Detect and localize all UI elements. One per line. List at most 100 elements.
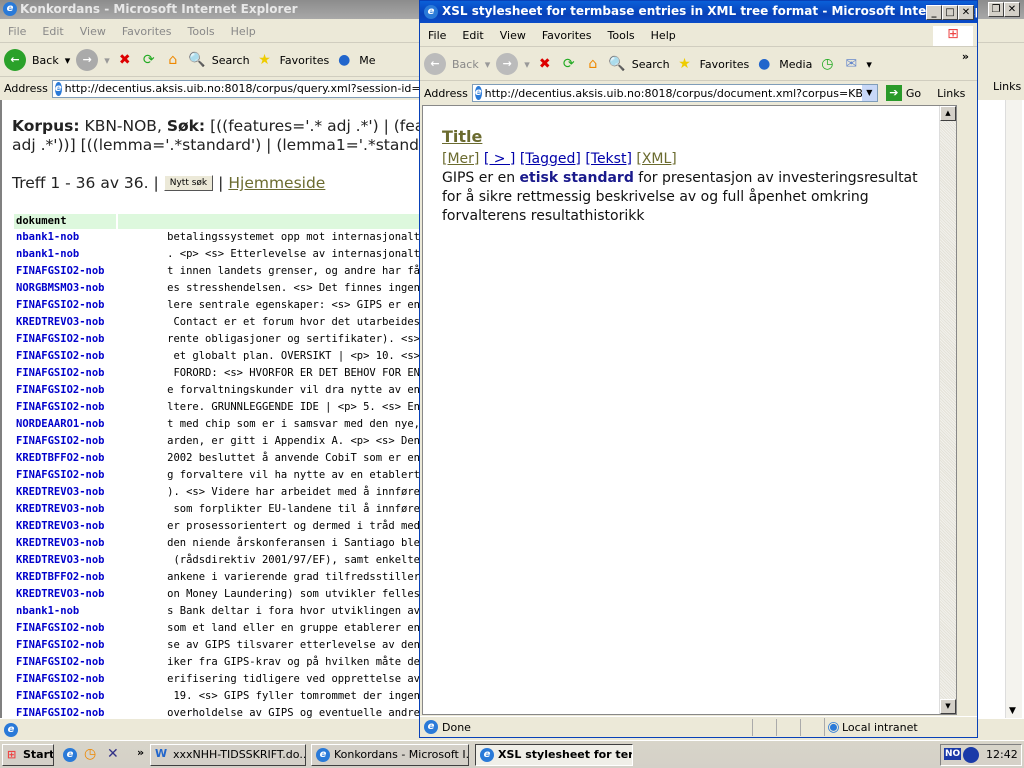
document-id-link[interactable]: FINAFGSIO2-nob [16,331,116,348]
menu-tools[interactable]: Tools [180,25,223,38]
minimize-button[interactable]: _ [926,5,942,20]
document-id-link[interactable]: KREDTREVO3-nob [16,484,116,501]
toolbar-overflow-button[interactable]: » [962,50,969,63]
document-id-link[interactable]: FINAFGSIO2-nob [16,348,116,365]
back-button[interactable]: Back [32,54,59,67]
scroll-down-icon[interactable]: ▼ [1009,706,1016,716]
go-arrow-icon[interactable]: ➔ [885,85,902,101]
back-arrow-icon[interactable]: ← [4,49,26,71]
links-button[interactable]: Links [993,80,1021,93]
media-button[interactable]: Media [779,58,812,71]
document-id-link[interactable]: KREDTBFFO2-nob [16,569,116,586]
menu-view[interactable]: View [492,29,534,42]
text-link[interactable]: [Tekst] [585,151,632,167]
document-id-link[interactable]: FINAFGSIO2-nob [16,620,116,637]
mail-icon[interactable]: ✉ [842,55,860,73]
refresh-icon[interactable]: ⟳ [560,55,578,73]
favorites-star-icon[interactable]: ★ [676,55,694,73]
scrollbar[interactable]: ▲ ▼ [939,106,956,714]
taskbar-button-konkordans[interactable]: e Konkordans - Microsoft I... [311,744,469,766]
document-id-link[interactable]: FINAFGSIO2-nob [16,382,116,399]
document-id-link[interactable]: FINAFGSIO2-nob [16,297,116,314]
quicklaunch-tool-icon[interactable]: ✕ [107,746,119,762]
close-button[interactable]: ✕ [958,5,974,20]
document-id-link[interactable]: KREDTREVO3-nob [16,314,116,331]
document-id-link[interactable]: FINAFGSIO2-nob [16,688,116,705]
document-id-link[interactable]: FINAFGSIO2-nob [16,654,116,671]
search-icon[interactable]: 🔍 [608,55,626,73]
history-icon[interactable]: ◷ [818,55,836,73]
foreground-browser-window[interactable]: e XSL stylesheet for termbase entries in … [419,0,978,738]
document-id-link[interactable]: FINAFGSIO2-nob [16,433,116,450]
document-id-link[interactable]: FINAFGSIO2-nob [16,399,116,416]
tagged-link[interactable]: [Tagged] [520,151,581,167]
more-link[interactable]: [Mer] [442,151,479,167]
document-id-link[interactable]: KREDTREVO3-nob [16,535,116,552]
favorites-button[interactable]: Favorites [280,54,330,67]
clock[interactable]: 12:42 [986,748,1018,761]
document-id-link[interactable]: KREDTREVO3-nob [16,552,116,569]
media-icon[interactable]: ● [335,51,353,69]
title-bar[interactable]: e XSL stylesheet for termbase entries in … [420,1,977,23]
home-link[interactable]: Hjemmeside [228,174,325,192]
menu-view[interactable]: View [72,25,114,38]
scroll-down-icon[interactable]: ▼ [940,699,956,714]
stop-icon[interactable]: ✖ [116,51,134,69]
scrollbar[interactable]: ▼ [1005,100,1022,718]
quicklaunch-ie-icon[interactable]: e [63,748,77,762]
media-icon[interactable]: ● [755,55,773,73]
favorites-star-icon[interactable]: ★ [256,51,274,69]
quicklaunch-clock-icon[interactable]: ◷ [84,746,96,762]
document-id-link[interactable]: nbank1-nob [16,603,116,620]
forward-arrow-icon[interactable]: → [496,53,519,75]
taskbar-button-xsl[interactable]: e XSL stylesheet for ter... [475,744,633,766]
document-id-link[interactable]: nbank1-nob [16,246,116,263]
document-id-link[interactable]: FINAFGSIO2-nob [16,365,116,382]
document-id-link[interactable]: FINAFGSIO2-nob [16,467,116,484]
address-input[interactable]: e http://decentius.aksis.uib.no:8018/corp… [51,79,420,98]
address-input[interactable]: e http://decentius.aksis.uib.no:8018/corp… [471,84,878,102]
document-id-link[interactable]: FINAFGSIO2-nob [16,263,116,280]
xml-link[interactable]: [XML] [636,151,676,167]
favorites-button[interactable]: Favorites [700,58,750,71]
media-button[interactable]: Me [359,54,375,67]
menu-tools[interactable]: Tools [600,29,643,42]
network-icon[interactable] [963,747,979,763]
document-id-link[interactable]: FINAFGSIO2-nob [16,671,116,688]
document-id-link[interactable]: KREDTREVO3-nob [16,518,116,535]
back-button[interactable]: Back [452,58,479,71]
menu-help[interactable]: Help [643,29,684,42]
menu-help[interactable]: Help [223,25,264,38]
menu-favorites[interactable]: Favorites [114,25,180,38]
document-id-link[interactable]: KREDTBFFO2-nob [16,450,116,467]
go-button[interactable]: Go [906,87,921,100]
document-id-link[interactable]: nbank1-nob [16,229,116,246]
menu-file[interactable]: File [0,25,34,38]
close-button[interactable]: ✕ [1004,2,1020,17]
document-id-link[interactable]: NORGBMSMO3-nob [16,280,116,297]
search-icon[interactable]: 🔍 [188,51,206,69]
search-button[interactable]: Search [632,58,670,71]
menu-favorites[interactable]: Favorites [534,29,600,42]
document-title-link[interactable]: Title [442,127,942,146]
search-button[interactable]: Search [212,54,250,67]
scroll-up-icon[interactable]: ▲ [940,106,956,121]
back-arrow-icon[interactable]: ← [424,53,446,75]
menu-file[interactable]: File [420,29,454,42]
menu-edit[interactable]: Edit [454,29,491,42]
home-icon[interactable]: ⌂ [584,55,602,73]
language-indicator[interactable]: NO [944,748,962,760]
document-id-link[interactable]: FINAFGSIO2-nob [16,637,116,654]
document-id-link[interactable]: KREDTREVO3-nob [16,501,116,518]
restore-button[interactable]: ❐ [988,2,1004,17]
start-button[interactable]: ⊞ Start [2,744,54,766]
forward-arrow-icon[interactable]: → [76,49,99,71]
taskbar-button-word[interactable]: WxxxNHH-TIDSSKRIFT.do... [150,744,306,766]
document-id-link[interactable]: NORDEAARO1-nob [16,416,116,433]
dropdown-arrow-icon[interactable]: ▼ [861,85,877,101]
document-id-link[interactable]: KREDTREVO3-nob [16,586,116,603]
next-link[interactable]: [ > ] [484,151,516,167]
home-icon[interactable]: ⌂ [164,51,182,69]
maximize-button[interactable]: □ [942,5,958,20]
menu-edit[interactable]: Edit [34,25,71,38]
